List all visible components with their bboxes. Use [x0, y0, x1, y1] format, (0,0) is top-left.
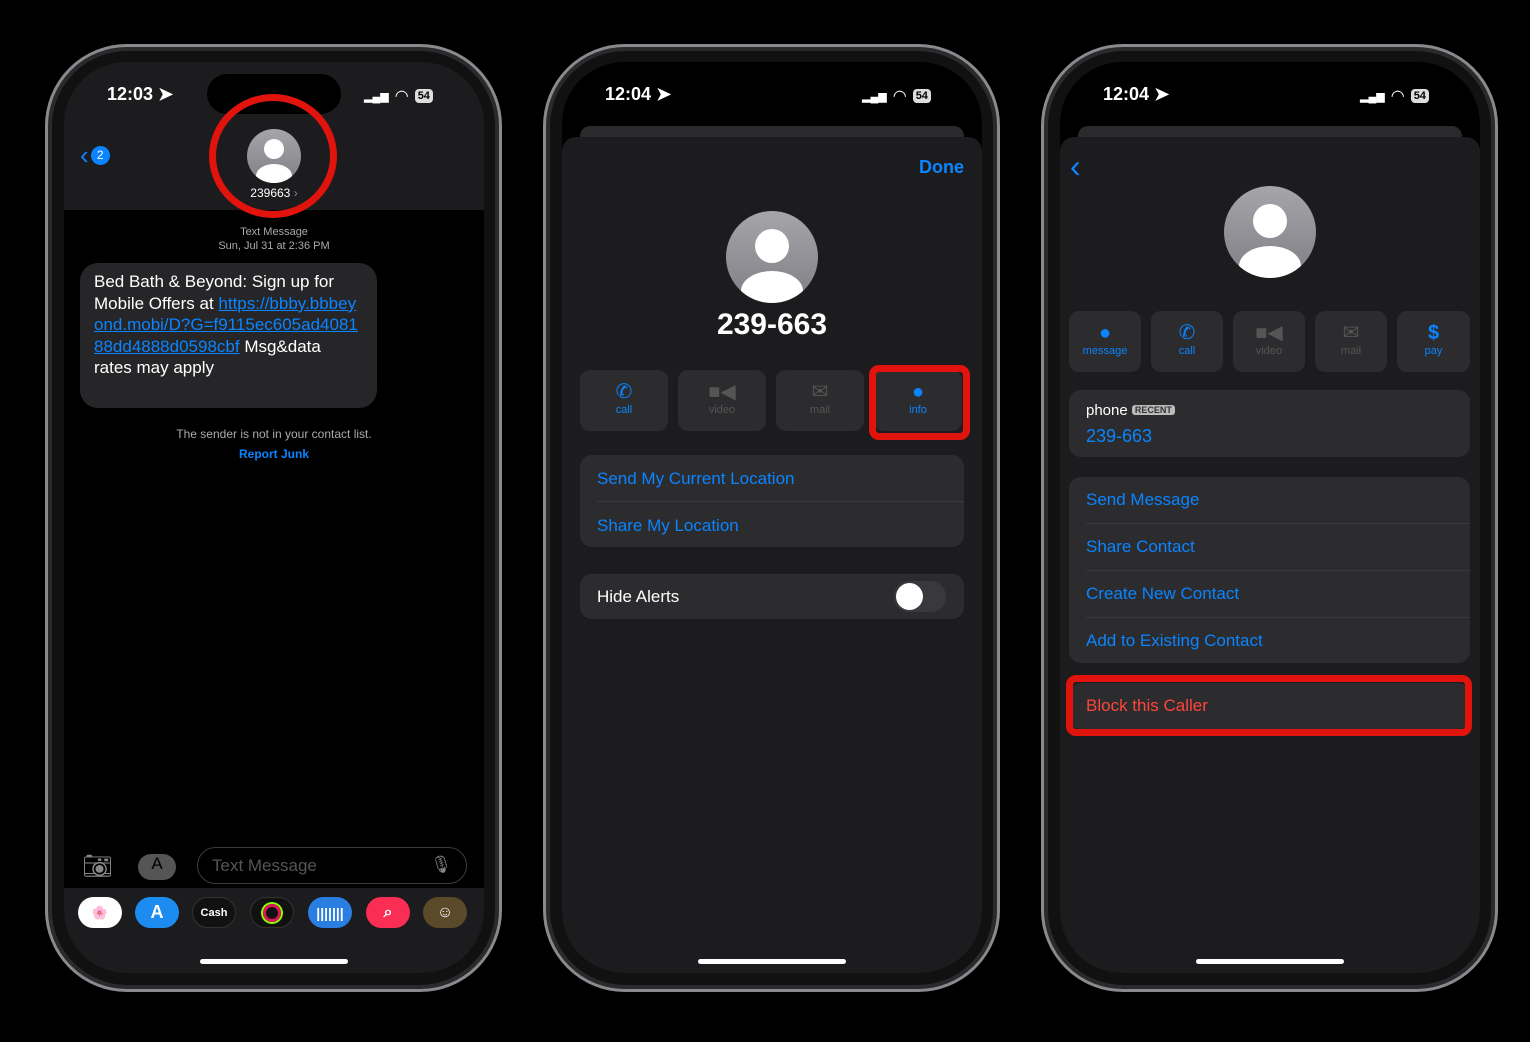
status-time: 12:04 — [605, 84, 652, 104]
contact-actions-card: Send Message Share Contact Create New Co… — [1069, 477, 1470, 663]
envelope-icon: ✉ — [811, 381, 829, 403]
home-indicator[interactable] — [1196, 959, 1344, 964]
sender-note: The sender is not in your contact list. — [176, 427, 372, 441]
apple-cash-label: Cash — [200, 906, 228, 919]
message-button[interactable]: ● message — [1069, 311, 1141, 372]
status-time: 12:03 — [107, 84, 154, 104]
message-input[interactable]: Text Message 🎙︎ — [197, 847, 467, 884]
video-button[interactable]: ■◀ video — [678, 370, 766, 431]
recent-badge: RECENT — [1131, 405, 1175, 415]
create-new-contact-button[interactable]: Create New Contact — [1086, 584, 1239, 604]
contact-avatar — [726, 211, 818, 303]
message-type: Text Message — [240, 226, 308, 238]
memoji-app-icon[interactable]: ☺ — [423, 897, 467, 928]
location-icon: ➤ — [1154, 84, 1170, 104]
video-label: video — [708, 404, 736, 416]
hide-alerts-card: Hide Alerts — [580, 574, 964, 619]
image-search-app-icon[interactable]: ⌕ — [366, 897, 410, 928]
wifi-icon: ◠ — [394, 88, 409, 105]
camera-icon: 📷︎ — [82, 853, 113, 880]
status-time: 12:04 — [1103, 84, 1150, 104]
highlight-box — [1066, 675, 1472, 736]
wifi-icon: ◠ — [892, 88, 907, 105]
messages-screen: 12:03 ➤ ▂▄▆ ◠ 54 ‹ 2 239663 › Text Message S… — [64, 62, 484, 973]
signal-icon: ▂▄▆ — [364, 90, 389, 103]
battery-icon: 54 — [912, 89, 931, 103]
share-location-button[interactable]: Share My Location — [597, 516, 739, 536]
fitness-app-icon[interactable] — [250, 897, 294, 928]
pay-label: pay — [1424, 345, 1443, 357]
divider — [1086, 570, 1470, 571]
microphone-icon[interactable]: 🎙︎ — [430, 855, 452, 875]
highlight-box — [869, 365, 970, 440]
message-bubble: Bed Bath & Beyond: Sign up for Mobile Of… — [80, 263, 377, 408]
divider — [1086, 617, 1470, 618]
toggle-knob — [896, 583, 923, 610]
video-camera-icon: ■◀ — [708, 381, 736, 403]
message-bubble-icon: ● — [1098, 322, 1112, 344]
message-label: message — [1082, 345, 1128, 357]
video-camera-icon: ■◀ — [1255, 322, 1283, 344]
chevron-left-icon: ‹ — [80, 140, 89, 170]
back-button[interactable]: ‹ — [1070, 148, 1081, 185]
done-button[interactable]: Done — [919, 157, 964, 178]
mail-button[interactable]: ✉ mail — [776, 370, 864, 431]
unread-badge: 2 — [90, 146, 110, 165]
hide-alerts-label: Hide Alerts — [597, 587, 680, 606]
battery-icon: 54 — [414, 89, 433, 103]
mail-label: mail — [809, 404, 831, 416]
phone-icon: ✆ — [1178, 322, 1196, 344]
home-indicator[interactable] — [698, 959, 846, 964]
dollar-icon: $ — [1427, 322, 1440, 344]
divider — [1086, 523, 1470, 524]
location-icon: ➤ — [158, 84, 174, 104]
contact-number: 239-663 — [716, 308, 828, 341]
wifi-icon: ◠ — [1390, 88, 1405, 105]
report-junk-link[interactable]: Report Junk — [64, 447, 484, 461]
phone-number-link[interactable]: 239-663 — [1086, 426, 1152, 447]
location-icon: ➤ — [656, 84, 672, 104]
video-label: video — [1255, 345, 1283, 357]
battery-icon: 54 — [1410, 89, 1429, 103]
highlight-circle — [209, 94, 337, 218]
divider — [597, 501, 964, 502]
home-indicator[interactable] — [200, 959, 348, 964]
apple-cash-app-icon[interactable]: Cash — [192, 897, 236, 928]
mail-label: mail — [1340, 345, 1362, 357]
video-button[interactable]: ■◀ video — [1233, 311, 1305, 372]
apps-button[interactable]: A — [138, 854, 176, 880]
location-card: Send My Current Location Share My Locati… — [580, 455, 964, 547]
phone-card: phone RECENT 239-663 — [1069, 390, 1470, 457]
phone-label: phone — [1086, 402, 1128, 419]
call-label: call — [1178, 345, 1196, 357]
details-screen: 12:04 ➤ ▂▄▆ ◠ 54 Done 239-663 ✆ call ■◀ vide… — [562, 62, 982, 973]
call-button[interactable]: ✆ call — [1151, 311, 1223, 372]
back-button[interactable]: ‹ 2 — [80, 140, 110, 171]
send-current-location-button[interactable]: Send My Current Location — [597, 469, 795, 489]
message-input-placeholder: Text Message — [212, 856, 317, 875]
app-store-icon: A — [151, 854, 163, 873]
signal-icon: ▂▄▆ — [862, 90, 887, 103]
message-date: Sun, Jul 31 at 2:36 PM — [218, 240, 330, 252]
audio-app-icon[interactable]: ||||||| — [308, 897, 352, 928]
photos-app-icon[interactable]: 🌸 — [78, 897, 122, 928]
signal-icon: ▂▄▆ — [1360, 90, 1385, 103]
call-label: call — [615, 404, 633, 416]
envelope-icon: ✉ — [1342, 322, 1360, 344]
share-contact-button[interactable]: Share Contact — [1086, 537, 1195, 557]
contact-avatar — [1224, 186, 1316, 278]
activity-rings-icon — [263, 903, 281, 922]
call-button[interactable]: ✆ call — [580, 370, 668, 431]
hide-alerts-toggle[interactable] — [894, 581, 946, 612]
pay-button[interactable]: $ pay — [1397, 311, 1470, 372]
camera-button[interactable]: 📷︎ — [82, 852, 112, 881]
phone-icon: ✆ — [615, 381, 633, 403]
info-screen: 12:04 ➤ ▂▄▆ ◠ 54 ‹ ● message ✆ call ■◀ video … — [1060, 62, 1480, 973]
chevron-left-icon: ‹ — [1070, 148, 1081, 184]
mail-button[interactable]: ✉ mail — [1315, 311, 1387, 372]
app-store-app-icon[interactable]: A — [135, 897, 179, 928]
send-message-button[interactable]: Send Message — [1086, 490, 1199, 510]
message-meta: Text Message Sun, Jul 31 at 2:36 PM — [64, 225, 484, 253]
add-to-existing-contact-button[interactable]: Add to Existing Contact — [1086, 631, 1263, 651]
